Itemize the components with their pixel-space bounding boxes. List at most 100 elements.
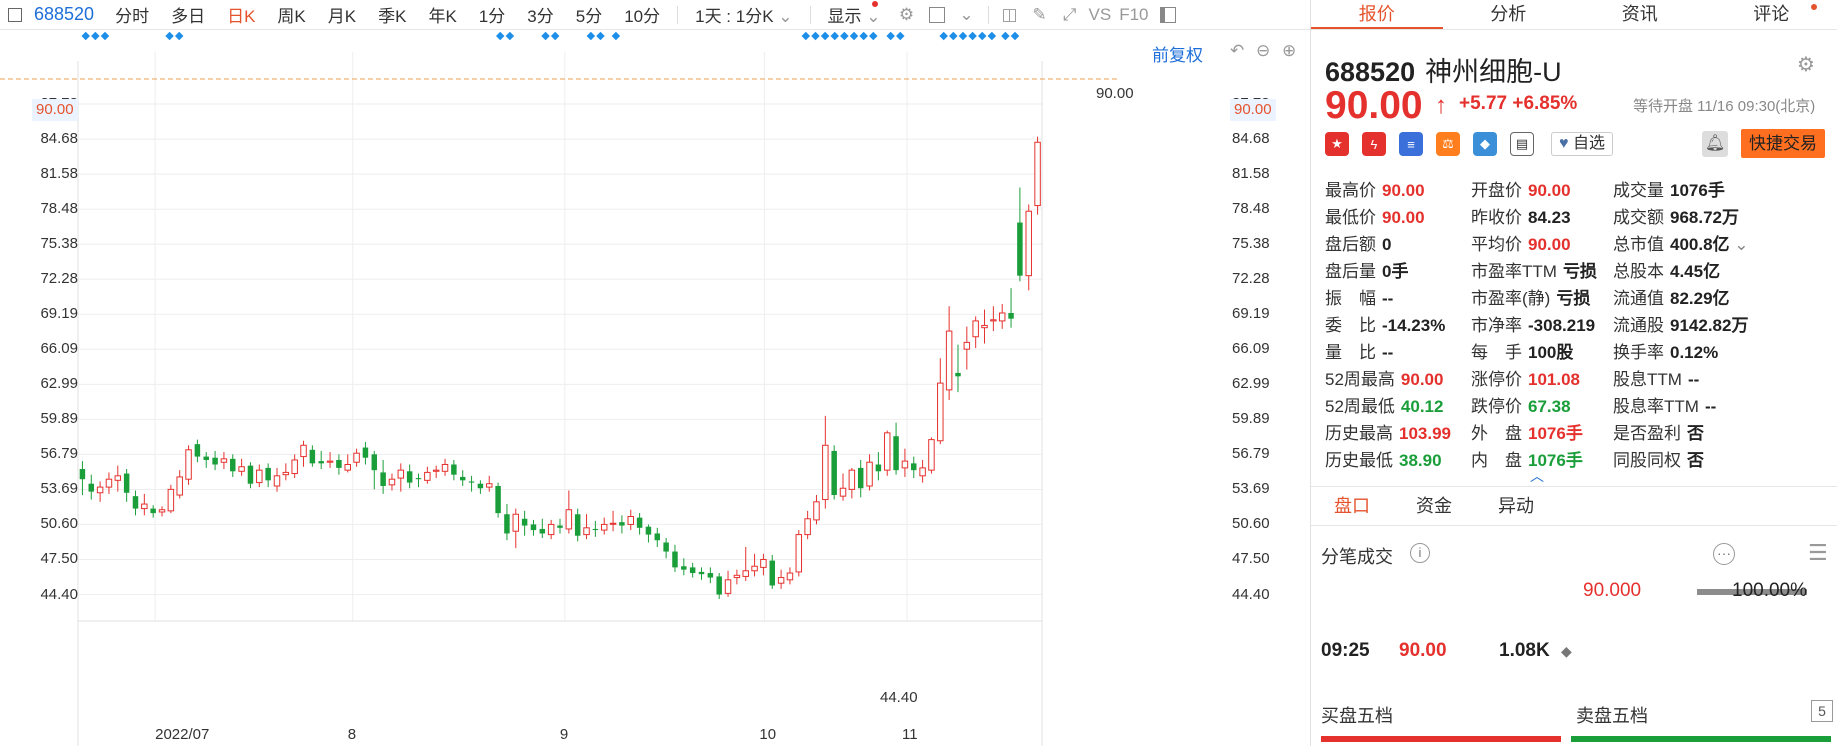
candle-body[interactable] bbox=[857, 467, 864, 489]
candle-body[interactable] bbox=[185, 449, 192, 480]
book-tab-2[interactable]: 异动 bbox=[1475, 487, 1557, 525]
lightning-icon[interactable]: ϟ bbox=[1362, 132, 1386, 156]
period-tab-0[interactable]: 分时 bbox=[104, 2, 160, 27]
candle-body[interactable] bbox=[300, 444, 307, 458]
candle-body[interactable] bbox=[981, 324, 988, 329]
event-marker[interactable] bbox=[801, 31, 811, 41]
panel-tab-3[interactable]: 评论 bbox=[1706, 0, 1837, 29]
candle-body[interactable] bbox=[495, 485, 501, 514]
candle-body[interactable] bbox=[645, 526, 652, 535]
candle-body[interactable] bbox=[1025, 210, 1032, 277]
f10-button[interactable]: F10 bbox=[1115, 5, 1152, 25]
candle-body[interactable] bbox=[441, 463, 449, 472]
zoom-in-icon[interactable]: ⊕ bbox=[1282, 41, 1296, 61]
candle-body[interactable] bbox=[167, 488, 175, 512]
candle-body[interactable] bbox=[813, 501, 820, 521]
candle-body[interactable] bbox=[760, 558, 767, 568]
candle-body[interactable] bbox=[901, 460, 909, 469]
candle-body[interactable] bbox=[875, 464, 882, 472]
undo-icon[interactable]: ↶ bbox=[1230, 41, 1244, 61]
candle-body[interactable] bbox=[451, 464, 457, 475]
zoom-out-icon[interactable]: ⊖ bbox=[1256, 41, 1270, 61]
chevron-up-icon[interactable]: ︿ bbox=[1530, 466, 1544, 486]
period-tab-4[interactable]: 月K bbox=[317, 2, 367, 27]
candle-body[interactable] bbox=[176, 476, 183, 496]
candle-body[interactable] bbox=[795, 534, 803, 573]
candle-body[interactable] bbox=[627, 516, 634, 525]
event-marker[interactable] bbox=[611, 31, 621, 41]
event-marker[interactable] bbox=[81, 31, 90, 41]
adjust-fq-button[interactable]: 前复权 bbox=[1152, 41, 1203, 66]
candle-body[interactable] bbox=[336, 459, 342, 468]
note-icon[interactable]: ▤ bbox=[1510, 132, 1534, 156]
candle-body[interactable] bbox=[998, 312, 1006, 322]
candle-body[interactable] bbox=[547, 523, 555, 536]
gear-icon[interactable]: ⚙ bbox=[895, 3, 919, 27]
event-marker[interactable] bbox=[91, 31, 100, 41]
candle-body[interactable] bbox=[371, 454, 378, 471]
candlestick-svg[interactable] bbox=[0, 31, 1310, 746]
candle-body[interactable] bbox=[212, 457, 218, 465]
flag-icon[interactable]: ★ bbox=[1325, 132, 1349, 156]
checkbox-icon[interactable] bbox=[925, 3, 949, 27]
candle-body[interactable] bbox=[344, 463, 351, 471]
period-tab-5[interactable]: 季K bbox=[367, 2, 417, 27]
period-tab-1[interactable]: 多日 bbox=[160, 2, 216, 27]
kline-chart[interactable]: 87.7884.6881.5878.4875.3872.2869.1966.09… bbox=[0, 31, 1310, 746]
panel-tab-0[interactable]: 报价 bbox=[1311, 0, 1443, 29]
camera-icon[interactable]: ◫ bbox=[998, 3, 1022, 27]
event-marker[interactable] bbox=[849, 31, 859, 41]
candle-body[interactable] bbox=[397, 469, 405, 479]
candle-body[interactable] bbox=[521, 518, 528, 526]
event-marker[interactable] bbox=[886, 31, 895, 41]
candle-body[interactable] bbox=[220, 458, 228, 463]
depth-level-button[interactable]: 5 bbox=[1811, 700, 1833, 722]
gear-icon[interactable]: ⚙ bbox=[1797, 52, 1815, 77]
candle-body[interactable] bbox=[512, 513, 520, 532]
fullscreen-icon[interactable]: ⤢ bbox=[1058, 3, 1082, 27]
candle-body[interactable] bbox=[256, 469, 263, 484]
panel-toggle-icon[interactable] bbox=[1156, 3, 1180, 27]
candle-body[interactable] bbox=[539, 528, 546, 534]
book-tab-1[interactable]: 资金 bbox=[1393, 487, 1475, 525]
period-tab-8[interactable]: 3分 bbox=[516, 2, 564, 27]
candle-body[interactable] bbox=[247, 465, 254, 484]
event-marker[interactable] bbox=[958, 31, 968, 41]
candle-body[interactable] bbox=[309, 449, 316, 464]
candle-body[interactable] bbox=[751, 565, 758, 572]
candle-body[interactable] bbox=[945, 330, 953, 391]
candle-body[interactable] bbox=[583, 527, 590, 536]
info-icon[interactable]: i bbox=[1410, 543, 1430, 563]
candle-body[interactable] bbox=[123, 473, 130, 493]
event-marker[interactable] bbox=[840, 31, 849, 41]
candle-body[interactable] bbox=[592, 528, 599, 531]
candle-body[interactable] bbox=[742, 570, 749, 577]
candle-body[interactable] bbox=[362, 447, 369, 458]
book-tab-0[interactable]: 盘口 bbox=[1311, 487, 1393, 525]
database-icon[interactable]: ≡ bbox=[1399, 132, 1423, 156]
candle-body[interactable] bbox=[672, 551, 678, 568]
candle-body[interactable] bbox=[530, 524, 537, 531]
event-marker[interactable] bbox=[550, 31, 560, 41]
candle-body[interactable] bbox=[689, 567, 696, 574]
candle-body[interactable] bbox=[769, 560, 775, 586]
candle-body[interactable] bbox=[318, 461, 324, 464]
candle-body[interactable] bbox=[716, 576, 722, 595]
event-marker[interactable] bbox=[505, 31, 515, 41]
candle-body[interactable] bbox=[822, 444, 829, 501]
candle-body[interactable] bbox=[132, 496, 139, 509]
candle-body[interactable] bbox=[919, 467, 926, 477]
bell-icon[interactable]: 🔔︎ bbox=[1702, 131, 1728, 157]
candle-body[interactable] bbox=[990, 319, 997, 322]
candle-body[interactable] bbox=[282, 471, 290, 476]
candle-body[interactable] bbox=[1017, 222, 1023, 276]
event-marker[interactable] bbox=[949, 31, 958, 41]
candle-body[interactable] bbox=[79, 469, 86, 480]
candle-body[interactable] bbox=[194, 444, 201, 457]
candle-body[interactable] bbox=[96, 486, 104, 494]
candle-body[interactable] bbox=[353, 452, 360, 463]
period-tab-2[interactable]: 日K bbox=[216, 2, 266, 27]
candle-body[interactable] bbox=[963, 341, 971, 350]
period-tab-3[interactable]: 周K bbox=[266, 2, 316, 27]
period-select[interactable]: 1天 : 1分K ⌄ bbox=[684, 2, 803, 27]
